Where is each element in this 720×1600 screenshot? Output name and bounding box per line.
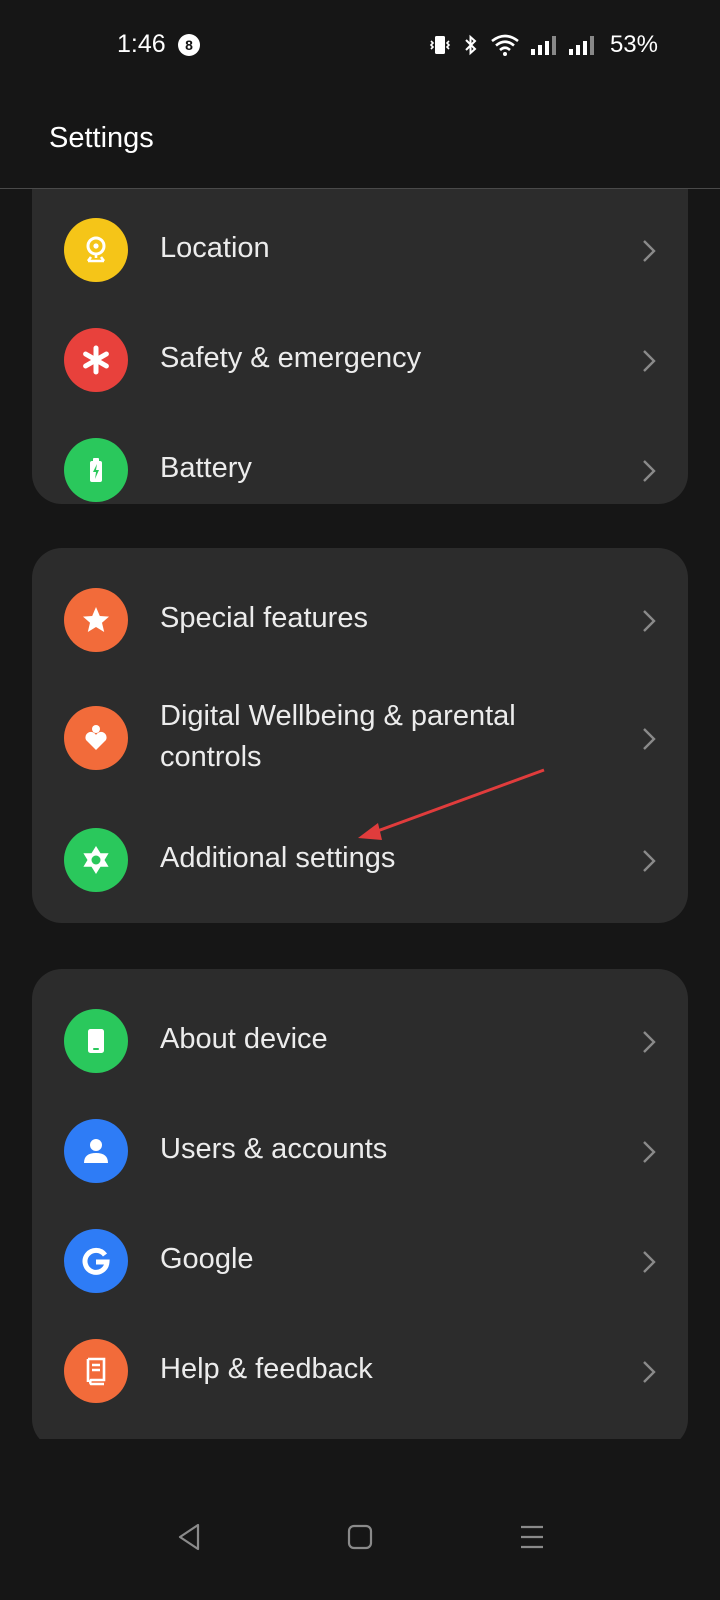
chevron-right-icon xyxy=(643,1031,656,1053)
battery-icon xyxy=(64,438,128,502)
chevron-right-icon xyxy=(643,460,656,482)
back-icon[interactable] xyxy=(174,1520,204,1554)
system-nav-bar xyxy=(0,1500,720,1600)
settings-item-additional-settings[interactable]: Additional settings xyxy=(32,808,688,908)
vibrate-icon xyxy=(429,36,451,54)
signal-icon-sim1 xyxy=(530,36,556,55)
settings-item-battery[interactable]: Battery xyxy=(32,420,688,520)
settings-group-3: About device Users & accounts Google Hel… xyxy=(32,969,688,1439)
settings-item-users-accounts[interactable]: Users & accounts xyxy=(32,1099,688,1199)
settings-item-label: Google xyxy=(160,1243,254,1275)
settings-item-label: Digital Wellbeing & parental controls xyxy=(160,700,516,773)
help-icon xyxy=(64,1339,128,1403)
app-header: Settings xyxy=(0,96,720,189)
settings-item-safety-emergency[interactable]: Safety & emergency xyxy=(32,310,688,410)
settings-group-2: Special features Digital Wellbeing & par… xyxy=(32,548,688,923)
chevron-right-icon xyxy=(643,728,656,750)
settings-item-label: Additional settings xyxy=(160,842,396,874)
page-title: Settings xyxy=(49,122,154,154)
settings-item-label: Special features xyxy=(160,602,368,634)
chevron-right-icon xyxy=(643,350,656,372)
settings-item-label: Location xyxy=(160,232,270,264)
status-bar: 1:46 8 53% xyxy=(0,0,720,96)
chevron-right-icon xyxy=(643,610,656,632)
chevron-right-icon xyxy=(643,240,656,262)
star-icon xyxy=(64,588,128,652)
notification-count-badge: 8 xyxy=(178,34,200,56)
bluetooth-icon xyxy=(465,34,477,56)
settings-item-digital-wellbeing[interactable]: Digital Wellbeing & parental controls xyxy=(32,673,688,803)
google-icon xyxy=(64,1229,128,1293)
signal-icon-sim2 xyxy=(568,36,594,55)
status-time: 1:46 xyxy=(117,30,166,58)
home-icon[interactable] xyxy=(346,1520,374,1554)
gear-icon xyxy=(64,828,128,892)
user-icon xyxy=(64,1119,128,1183)
settings-item-label: Users & accounts xyxy=(160,1133,388,1165)
chevron-right-icon xyxy=(643,1141,656,1163)
settings-item-google[interactable]: Google xyxy=(32,1209,688,1309)
wifi-icon xyxy=(491,34,519,56)
settings-item-special-features[interactable]: Special features xyxy=(32,568,688,668)
settings-item-location[interactable]: Location xyxy=(32,200,688,300)
battery-percentage: 53% xyxy=(609,31,658,58)
chevron-right-icon xyxy=(643,1361,656,1383)
settings-item-about-device[interactable]: About device xyxy=(32,989,688,1089)
settings-item-label: Safety & emergency xyxy=(160,342,422,374)
settings-group-1: Location Safety & emergency Battery xyxy=(32,189,688,504)
settings-list[interactable]: Location Safety & emergency Battery Spec… xyxy=(0,189,720,1439)
settings-item-help-feedback[interactable]: Help & feedback xyxy=(32,1319,688,1419)
settings-item-label: Help & feedback xyxy=(160,1353,373,1385)
phone-icon xyxy=(64,1009,128,1073)
location-icon xyxy=(64,218,128,282)
settings-item-label: Battery xyxy=(160,452,252,484)
status-icons: 53% xyxy=(428,30,658,60)
chevron-right-icon xyxy=(643,850,656,872)
chevron-right-icon xyxy=(643,1251,656,1273)
recent-apps-icon[interactable] xyxy=(518,1520,546,1554)
wellbeing-icon xyxy=(64,706,128,770)
settings-item-label: About device xyxy=(160,1023,328,1055)
asterisk-icon xyxy=(64,328,128,392)
